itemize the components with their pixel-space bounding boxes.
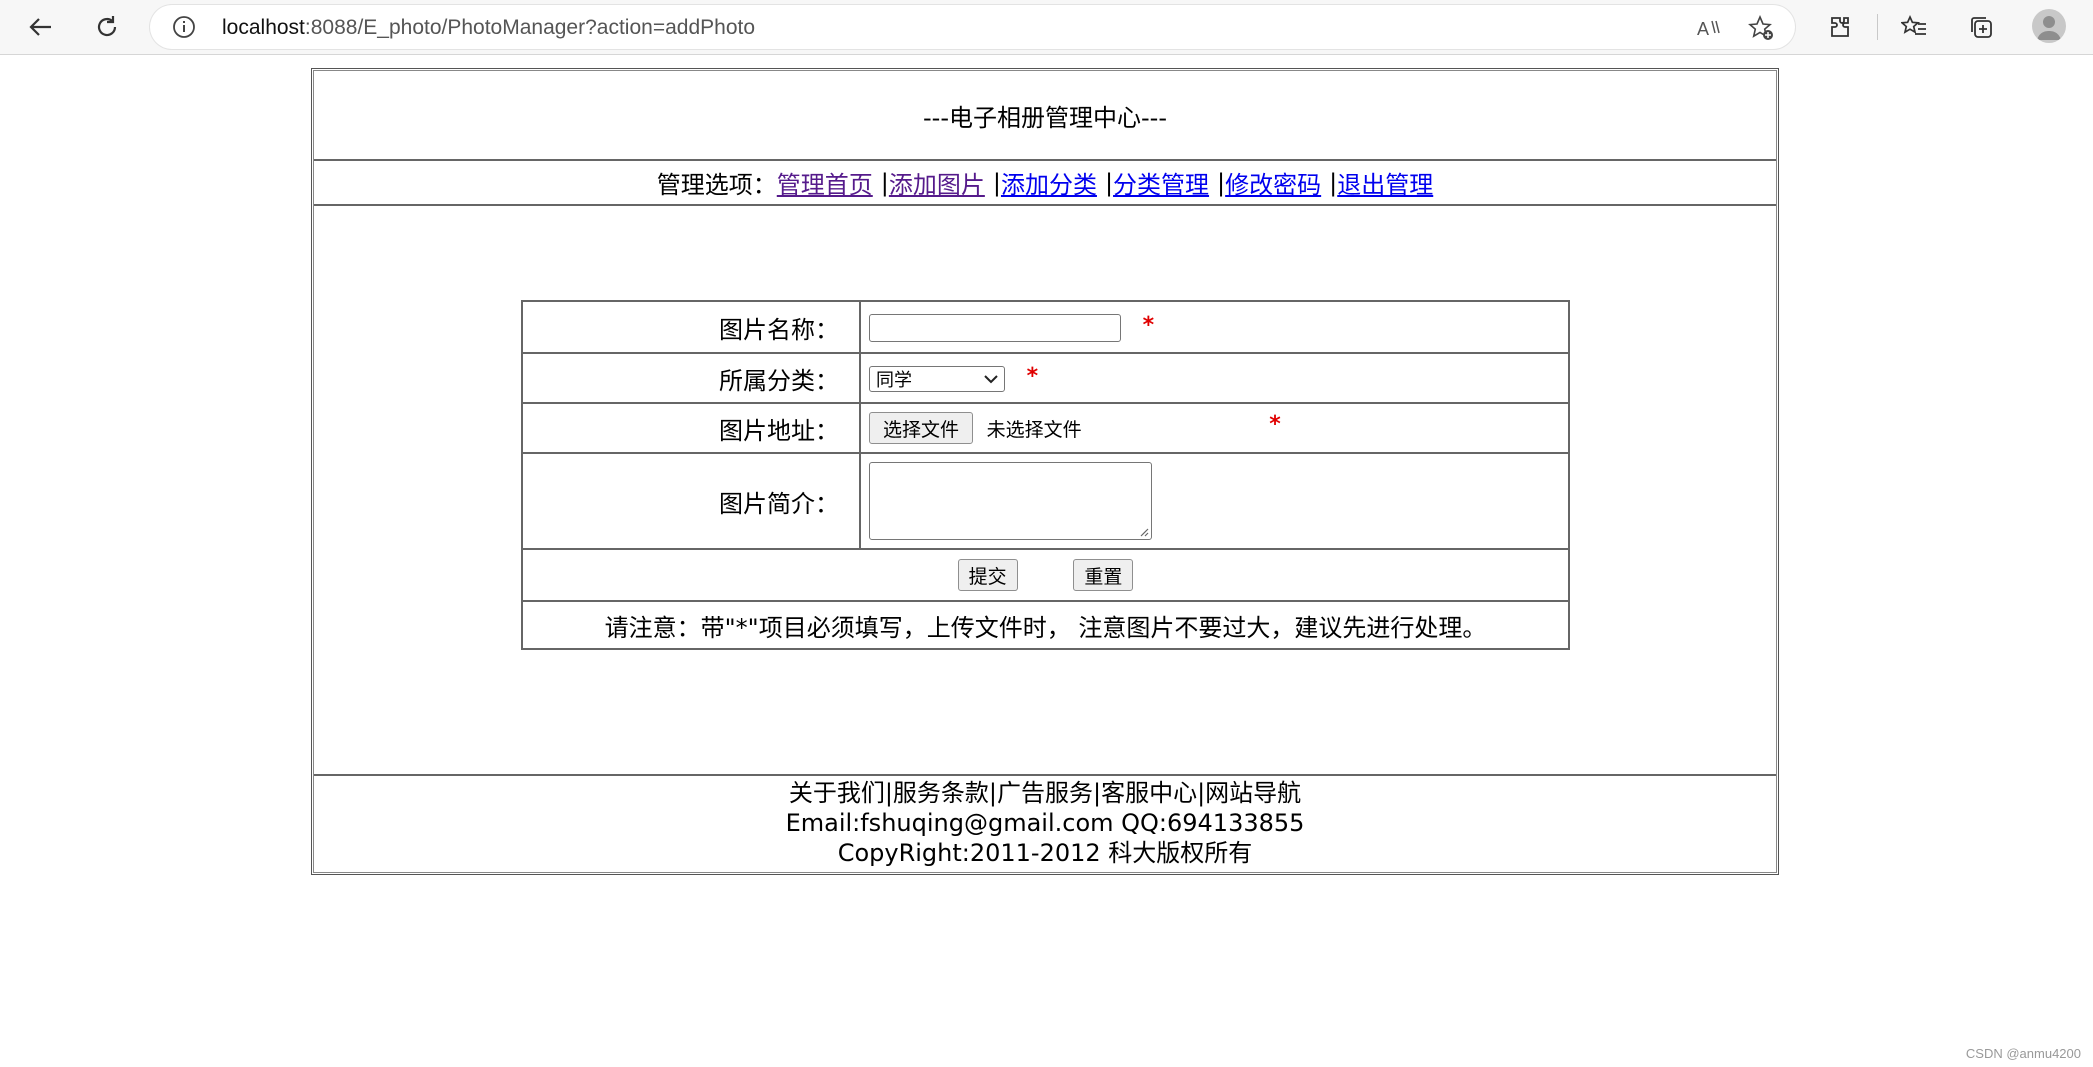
menu-link-logout[interactable]: 退出管理	[1337, 165, 1433, 200]
management-menu: 管理选项： 管理首页 | 添加图片 | 添加分类 | 分类管理 | 修改密码 | 退出管理	[314, 161, 1776, 206]
page-inner-table: ---电子相册管理中心--- 管理选项： 管理首页 | 添加图片 | 添加分类 | 分…	[313, 70, 1777, 873]
menu-link-add-photo[interactable]: 添加图片	[889, 165, 985, 200]
form-row-intro: 图片简介：	[521, 452, 1570, 550]
user-icon	[2037, 16, 2061, 40]
read-aloud-icon[interactable]: A	[1695, 15, 1721, 41]
footer-copyright: CopyRight:2011-2012 科大版权所有	[837, 839, 1253, 867]
menu-prefix: 管理选项：	[656, 171, 777, 199]
submit-button[interactable]: 提交	[957, 559, 1018, 591]
main-content: 图片名称： * 所属分类： 同学 * 图片地址： 选择文件 未选择文件 * 图片…	[314, 206, 1776, 776]
svg-text:A: A	[1697, 19, 1709, 39]
add-photo-form: 图片名称： * 所属分类： 同学 * 图片地址： 选择文件 未选择文件 * 图片…	[521, 300, 1570, 650]
url-path: :8088/E_photo/PhotoManager?action=addPho…	[304, 16, 756, 39]
category-cell: 同学 *	[859, 352, 1570, 404]
menu-separator: |	[992, 168, 1001, 197]
notice-text: 请注意：带"*"项目必须填写，上传文件时， 注意图片不要过大，建议先进行处理。	[521, 600, 1570, 650]
photo-intro-cell	[859, 452, 1570, 550]
menu-link-home[interactable]: 管理首页	[777, 165, 873, 200]
category-label: 所属分类：	[521, 352, 861, 404]
photo-name-cell: *	[859, 300, 1570, 354]
photo-file-cell: 选择文件 未选择文件 *	[859, 402, 1570, 454]
extensions-icon[interactable]	[1828, 14, 1854, 40]
url-text[interactable]: localhost:8088/E_photo/PhotoManager?acti…	[222, 16, 755, 40]
category-select[interactable]: 同学	[869, 366, 1005, 392]
back-button[interactable]	[22, 8, 60, 46]
refresh-button[interactable]	[88, 8, 126, 46]
photo-name-input[interactable]	[869, 313, 1121, 342]
browser-toolbar: localhost:8088/E_photo/PhotoManager?acti…	[0, 0, 2093, 55]
menu-separator: |	[1104, 168, 1114, 197]
required-mark: *	[1269, 412, 1281, 437]
menu-separator: |	[1217, 168, 1226, 197]
page-footer: 关于我们|服务条款|广告服务|客服中心|网站导航 Email:fshuqing@…	[314, 776, 1776, 872]
choose-file-button[interactable]: 选择文件	[869, 412, 973, 444]
address-bar[interactable]: localhost:8088/E_photo/PhotoManager?acti…	[150, 5, 1795, 49]
toolbar-separator	[1877, 14, 1878, 40]
footer-contact: Email:fshuqing@gmail.com QQ:694133855	[785, 809, 1305, 837]
reset-button[interactable]: 重置	[1073, 559, 1134, 591]
resize-grip-icon[interactable]	[1139, 527, 1149, 537]
favorites-icon[interactable]	[1901, 14, 1927, 40]
required-mark: *	[1142, 312, 1155, 338]
watermark: CSDN @anmu4200	[1965, 1046, 2081, 1061]
category-selected-value: 同学	[876, 370, 912, 391]
footer-links: 关于我们|服务条款|广告服务|客服中心|网站导航	[788, 779, 1302, 807]
chevron-down-icon	[984, 375, 998, 384]
file-status-text: 未选择文件	[986, 418, 1082, 441]
menu-link-add-category[interactable]: 添加分类	[1001, 165, 1097, 200]
page-title: ---电子相册管理中心---	[923, 103, 1167, 132]
form-row-notice: 请注意：带"*"项目必须填写，上传文件时， 注意图片不要过大，建议先进行处理。	[521, 600, 1570, 650]
menu-link-change-password[interactable]: 修改密码	[1225, 165, 1321, 200]
required-mark: *	[1026, 364, 1039, 389]
collections-icon[interactable]	[1968, 14, 1994, 40]
url-host: localhost	[222, 16, 305, 39]
photo-intro-label: 图片简介：	[521, 452, 861, 550]
menu-separator: |	[880, 168, 889, 197]
menu-link-category-manage[interactable]: 分类管理	[1113, 165, 1209, 200]
back-arrow-icon	[29, 18, 51, 36]
form-row-file: 图片地址： 选择文件 未选择文件 *	[521, 402, 1570, 454]
page-header: ---电子相册管理中心---	[314, 71, 1776, 161]
info-icon[interactable]	[172, 15, 196, 39]
refresh-icon	[97, 16, 117, 37]
form-row-name: 图片名称： *	[521, 300, 1570, 354]
profile-avatar[interactable]	[2032, 9, 2066, 43]
page-container: ---电子相册管理中心--- 管理选项： 管理首页 | 添加图片 | 添加分类 | 分…	[311, 68, 1779, 875]
buttons-cell: 提交 重置	[521, 548, 1570, 602]
form-row-buttons: 提交 重置	[521, 548, 1570, 602]
form-row-category: 所属分类： 同学 *	[521, 352, 1570, 404]
menu-separator: |	[1329, 168, 1338, 197]
photo-intro-textarea[interactable]	[869, 462, 1152, 540]
photo-name-label: 图片名称：	[521, 300, 861, 354]
photo-file-label: 图片地址：	[521, 402, 861, 454]
add-favorite-icon[interactable]	[1748, 15, 1774, 41]
